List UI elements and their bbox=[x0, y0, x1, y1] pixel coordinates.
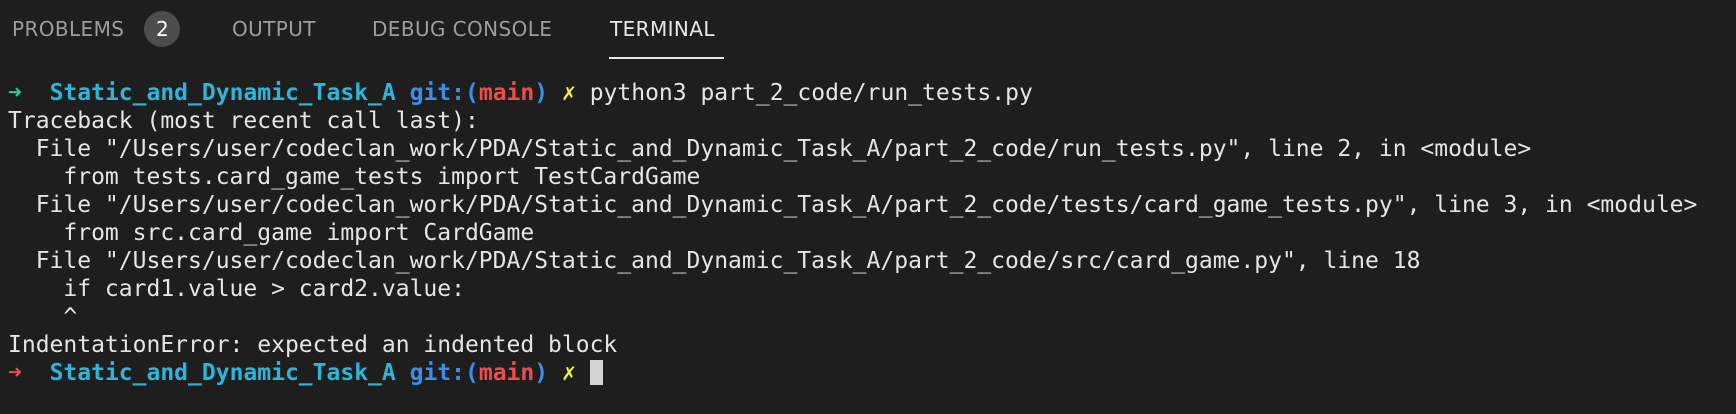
active-tab-indicator bbox=[609, 57, 724, 59]
tab-debug-console-label: DEBUG CONSOLE bbox=[372, 17, 553, 41]
terminal-panel: PROBLEMS 2 OUTPUT DEBUG CONSOLE TERMINAL… bbox=[0, 0, 1736, 414]
tab-output-label: OUTPUT bbox=[232, 17, 316, 41]
prompt-command: python3 part_2_code/run_tests.py bbox=[589, 80, 1033, 106]
prompt-directory: Static_and_Dynamic_Task_A bbox=[49, 80, 396, 106]
terminal-output[interactable]: ➜ Static_and_Dynamic_Task_A git:(main) ✗… bbox=[8, 79, 1728, 387]
tab-terminal[interactable]: TERMINAL bbox=[610, 0, 715, 58]
prompt-git-label: git:( bbox=[409, 80, 479, 106]
prompt-git-branch: main bbox=[478, 360, 535, 386]
tab-problems[interactable]: PROBLEMS 2 bbox=[12, 0, 181, 58]
prompt-git-close: ) bbox=[534, 80, 549, 106]
prompt-arrow-icon: ➜ bbox=[8, 360, 22, 386]
tab-debug-console[interactable]: DEBUG CONSOLE bbox=[372, 0, 552, 58]
output-line: Traceback (most recent call last): bbox=[8, 108, 479, 134]
prompt-dirty-icon: ✗ bbox=[561, 360, 576, 386]
output-line: from tests.card_game_tests import TestCa… bbox=[8, 164, 701, 190]
output-line: ^ bbox=[8, 304, 78, 330]
output-line: IndentationError: expected an indented b… bbox=[8, 332, 618, 358]
prompt-arrow-icon: ➜ bbox=[8, 80, 22, 106]
output-line: File "/Users/user/codeclan_work/PDA/Stat… bbox=[8, 248, 1421, 274]
tab-output[interactable]: OUTPUT bbox=[232, 0, 316, 58]
prompt-line: ➜ Static_and_Dynamic_Task_A git:(main) ✗ bbox=[8, 359, 1728, 387]
prompt-git-label: git:( bbox=[409, 360, 479, 386]
prompt-line: ➜ Static_and_Dynamic_Task_A git:(main) ✗… bbox=[8, 79, 1728, 107]
output-line: from src.card_game import CardGame bbox=[8, 220, 535, 246]
prompt-directory: Static_and_Dynamic_Task_A bbox=[49, 360, 396, 386]
panel-tab-bar: PROBLEMS 2 OUTPUT DEBUG CONSOLE TERMINAL bbox=[0, 0, 1736, 60]
prompt-git-branch: main bbox=[478, 80, 535, 106]
output-line: if card1.value > card2.value: bbox=[8, 276, 465, 302]
output-line: File "/Users/user/codeclan_work/PDA/Stat… bbox=[8, 192, 1698, 218]
problems-count-badge: 2 bbox=[144, 11, 181, 47]
prompt-dirty-icon: ✗ bbox=[561, 80, 576, 106]
tab-problems-label: PROBLEMS bbox=[12, 17, 125, 41]
terminal-cursor[interactable] bbox=[589, 360, 603, 385]
output-line: File "/Users/user/codeclan_work/PDA/Stat… bbox=[8, 136, 1532, 162]
tab-terminal-label: TERMINAL bbox=[610, 17, 715, 41]
prompt-git-close: ) bbox=[534, 360, 549, 386]
